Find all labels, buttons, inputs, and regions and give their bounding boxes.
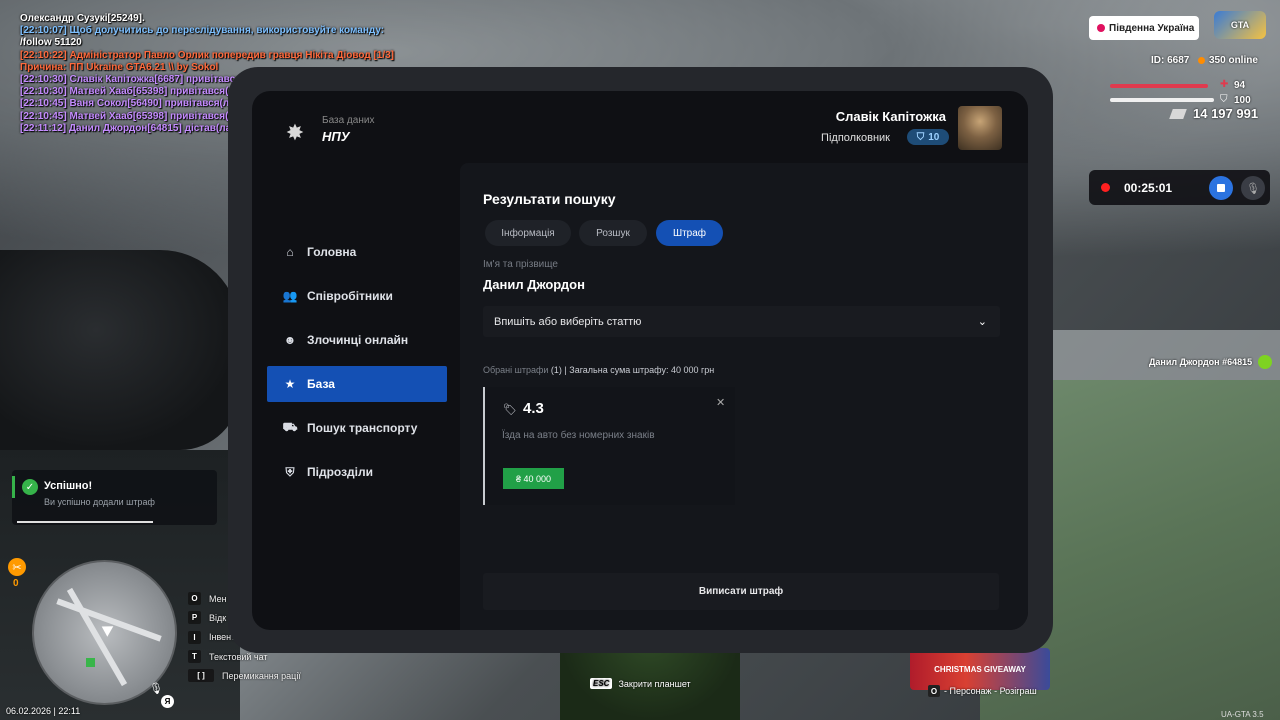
remove-fine-button[interactable]: ✕ [716,396,725,409]
online-text: 350 online [1209,55,1258,66]
name-label: Ім'я та прізвище [483,259,558,270]
page-title: Результати пошуку [483,191,616,207]
fine-article-code: 4.3 [523,400,544,417]
notif-progress [17,521,153,523]
stop-record-button[interactable] [1209,176,1233,200]
armor-value: 100 [1234,95,1251,106]
fine-card: 🏷 4.3 ✕ Їзда на авто без номерних знаків… [483,387,735,505]
job-count: 0 [13,578,19,589]
house-icon [86,658,95,667]
voice-icon [1258,355,1273,369]
job-icon: ✂ [8,558,26,576]
chat-line: [22:10:07] Щоб долучитись до переслідува… [20,25,385,37]
summary-total: (1) | Загальна сума штрафу: 40 000 грн [548,365,715,375]
recording-panel: 00:25:01 🎙 [1089,170,1270,205]
armor-icon: ⛉ [1220,94,1228,105]
online-dot-icon [1198,57,1205,64]
key-label: Перемикання рації [222,670,301,681]
record-dot-icon [1101,183,1110,192]
notif-accent [12,476,15,498]
key-hint: [ ] Перемикання рації [188,666,301,685]
datetime: 06.02.2026 | 22:11 [6,706,81,716]
close-tablet-hint[interactable]: ESC Закрити планшет [590,678,691,689]
record-time: 00:25:01 [1124,180,1173,195]
check-icon: ✓ [22,479,38,495]
microphone-icon: 🎙 [149,683,163,695]
fines-summary: Обрані штрафи (1) | Загальна сума штрафу… [483,365,714,375]
notif-text: Ви успішно додали штраф [44,497,155,507]
fine-description: Їзда на авто без номерних знаків [502,430,655,441]
key-cap: O [928,685,940,697]
server-dot-icon [1097,24,1105,32]
mute-mic-button[interactable]: 🎙 [1241,176,1265,200]
chat-line: /follow 51120 [20,37,82,49]
chat-line: Олександр Сузукі[25249]. [20,13,145,24]
giveaway-caption: O - Персонаж - Розіграш [928,685,1037,697]
chat-line: [22:10:22] Адміністратор Павло Орлик поп… [20,49,395,61]
health-bar [1110,84,1208,88]
fine-amount: ₴ 40 000 [503,468,564,489]
key-cap: [ ] [188,669,214,683]
nametag-text: Данил Джордон #64815 [1149,357,1253,367]
tab-info[interactable]: Інформація [485,220,571,246]
key-cap: I [188,630,201,644]
money: 14 197 991 [1169,106,1259,121]
summary-label: Обрані штрафи [483,365,549,375]
esc-key: ESC [590,678,613,689]
me-badge: Я [161,695,174,708]
health-icon: ✚ [1220,79,1229,90]
key-label: Мен [209,593,227,604]
tab-wanted[interactable]: Розшук [579,220,647,246]
issue-fine-button[interactable]: Виписати штраф [483,573,999,610]
tag-icon: 🏷 [503,404,517,416]
suspect-name: Данил Джордон [483,277,585,292]
server-badge: Південна Україна [1089,16,1199,40]
health-value: 94 [1234,80,1246,91]
player-id: ID: 6687 [1151,55,1190,66]
game-logo: GTA [1214,11,1266,39]
content-layer: Результати пошуку Інформація Розшук Штра… [252,91,1028,630]
map-road [66,587,128,687]
money-value: 14 197 991 [1193,106,1259,121]
article-select[interactable]: Впишіть або виберіть статтю ⌄ [483,306,1000,337]
game-version: UA-GTA 3.5 [1221,710,1264,719]
key-cap: P [188,611,201,625]
key-cap: O [188,592,201,606]
notif-title: Успішно! [44,480,93,492]
player-nametag: Данил Джордон #64815 [1149,355,1273,369]
armor-bar [1110,98,1214,102]
car [0,250,240,450]
giveaway-caption-text: - Персонаж - Розіграш [944,686,1037,696]
key-label: Текстовий чат [209,651,268,662]
giveaway-banner[interactable]: CHRISTMAS GIVEAWAY [910,648,1050,690]
cash-icon [1169,108,1187,119]
success-notification: ✓ Успішно! Ви успішно додали штраф [12,470,217,525]
esc-label: Закрити планшет [618,678,691,689]
article-select-placeholder: Впишіть або виберіть статтю [494,315,642,328]
key-label: Відк [209,612,227,623]
stop-icon [1217,184,1225,192]
map-road [56,598,162,642]
online-count: 350 online [1198,55,1258,66]
tab-fine[interactable]: Штраф [656,220,723,246]
server-name: Південна Україна [1109,22,1195,34]
key-cap: T [188,650,201,664]
chevron-down-icon: ⌄ [977,316,987,328]
